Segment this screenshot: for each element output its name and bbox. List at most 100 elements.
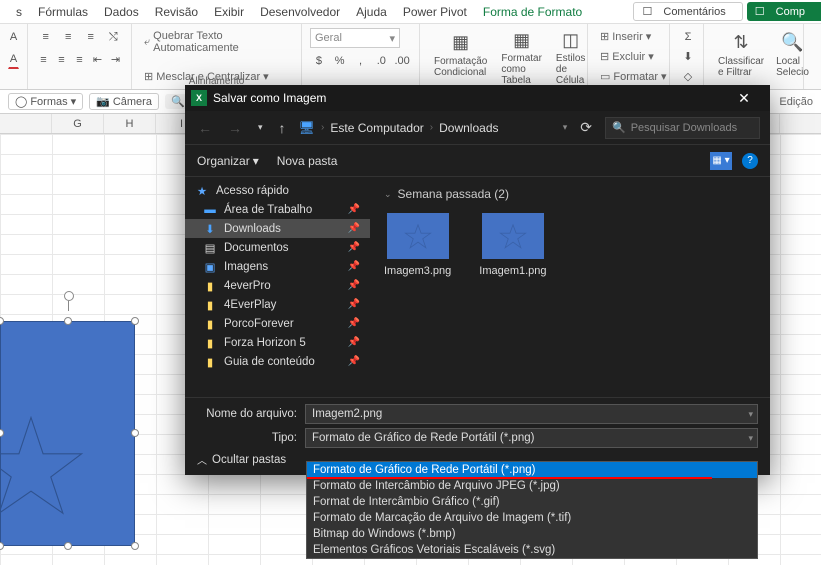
ribbon-group-label: Edição — [779, 96, 821, 108]
help-icon[interactable]: ? — [742, 153, 758, 169]
align-left-icon[interactable]: ≡ — [36, 51, 51, 69]
resize-handle[interactable] — [131, 317, 139, 325]
dec-inc-icon[interactable]: .0 — [372, 52, 390, 70]
star-icon — [0, 412, 86, 522]
shapes-button[interactable]: ◯ Formas ▾ — [8, 93, 83, 110]
pin-icon: 📌 — [348, 242, 360, 253]
resize-handle[interactable] — [131, 542, 139, 550]
folder-icon: ▮ — [203, 336, 217, 350]
filetype-option[interactable]: Format de Intercâmbio Gráfico (*.gif) — [307, 494, 757, 510]
filename-input[interactable]: Imagem2.png▾ — [305, 404, 758, 424]
shape-rectangle[interactable] — [0, 321, 135, 546]
fill-icon[interactable]: ⬇ — [678, 48, 698, 66]
menu-item[interactable]: Dados — [96, 5, 147, 19]
number-format-dropdown[interactable]: Geral▾ — [310, 28, 400, 48]
filetype-option[interactable]: Bitmap do Windows (*.bmp) — [307, 526, 757, 542]
excel-icon: X — [191, 90, 207, 106]
file-thumbnail[interactable]: Imagem3.png — [384, 213, 451, 277]
find-select-button[interactable]: 🔍Local Selecio — [770, 28, 815, 85]
filetype-option[interactable]: Formato de Gráfico de Rede Portátil (*.p… — [307, 462, 757, 478]
file-thumbnail[interactable]: Imagem1.png — [479, 213, 546, 277]
sidebar-item[interactable]: ▤Documentos📌 — [185, 238, 370, 257]
sidebar-item[interactable]: ▮Forza Horizon 5📌 — [185, 333, 370, 352]
delete-button[interactable]: ⊟ Excluir ▾ — [596, 48, 661, 65]
percent-icon[interactable]: % — [331, 52, 349, 70]
filetype-option[interactable]: Formato de Marcação de Arquivo de Imagem… — [307, 510, 757, 526]
align-bot-icon[interactable]: ≡ — [81, 28, 101, 46]
sidebar-item[interactable]: ★Acesso rápido — [185, 181, 370, 200]
wrap-text-button[interactable]: ⤶ Quebrar Texto Automaticamente — [140, 28, 293, 56]
resize-handle[interactable] — [64, 542, 72, 550]
menu-item[interactable]: Desenvolvedor — [252, 5, 348, 19]
autosum-icon[interactable]: Σ — [678, 28, 698, 46]
font-color-icon[interactable]: A — [8, 51, 19, 69]
nav-up-button[interactable]: ↑ — [276, 120, 289, 136]
cell-styles-button[interactable]: ◫Estilos de Célula — [550, 28, 591, 85]
table-format-button[interactable]: ▦Formatar como Tabela — [495, 28, 548, 85]
comma-icon[interactable]: , — [352, 52, 370, 70]
pin-icon: 📌 — [348, 356, 360, 367]
view-icon[interactable]: ▦ ▾ — [710, 152, 732, 170]
menu-item[interactable]: s — [8, 5, 30, 19]
orient-icon[interactable]: ⤭ — [104, 28, 124, 46]
menu-item[interactable]: Fórmulas — [30, 5, 96, 19]
pin-icon: 📌 — [348, 223, 360, 234]
currency-icon[interactable]: $ — [310, 52, 328, 70]
indent-dec-icon[interactable]: ⇤ — [90, 51, 105, 69]
dialog-search[interactable]: 🔍 Pesquisar Downloads — [605, 117, 760, 139]
sidebar-item[interactable]: ⬇Downloads📌 — [185, 219, 370, 238]
section-header[interactable]: ⌄ Semana passada (2) — [384, 187, 756, 201]
menu-item[interactable]: Revisão — [147, 5, 206, 19]
filetype-option[interactable]: Elementos Gráficos Vetoriais Escaláveis … — [307, 542, 757, 558]
pin-icon: 📌 — [348, 261, 360, 272]
align-mid-icon[interactable]: ≡ — [59, 28, 79, 46]
filetype-dropdown[interactable]: Formato de Gráfico de Rede Portátil (*.p… — [305, 428, 758, 448]
insert-button[interactable]: ⊞ Inserir ▾ — [596, 28, 661, 45]
clear-icon[interactable]: ◇ — [678, 67, 698, 85]
comments-button[interactable]: ☐ Comentários — [633, 2, 742, 21]
breadcrumb[interactable]: 🖥 › Este Computador › Downloads ▾ — [299, 120, 568, 136]
rotate-handle[interactable] — [64, 291, 74, 301]
selected-shape[interactable] — [0, 309, 148, 559]
dec-dec-icon[interactable]: .00 — [393, 52, 411, 70]
menu-item[interactable]: Power Pivot — [395, 5, 475, 19]
format-button[interactable]: ▭ Formatar ▾ — [596, 68, 661, 85]
resize-handle[interactable] — [64, 317, 72, 325]
resize-handle[interactable] — [131, 429, 139, 437]
resize-handle[interactable] — [0, 542, 4, 550]
nav-back-button[interactable]: ← — [195, 120, 215, 136]
nav-recent-button[interactable]: ▾ — [255, 122, 266, 133]
sort-filter-button[interactable]: ⇅Classificar e Filtrar — [712, 28, 770, 85]
menu-item-active[interactable]: Forma de Formato — [475, 5, 590, 19]
filetype-option[interactable]: Formato de Intercâmbio de Arquivo JPEG (… — [307, 478, 757, 494]
sidebar-item[interactable]: ▬Área de Trabalho📌 — [185, 200, 370, 219]
sidebar-item[interactable]: ▮Guia de conteúdo📌 — [185, 352, 370, 371]
refresh-button[interactable]: ⟳ — [577, 119, 595, 136]
sidebar-item[interactable]: ▮4everPro📌 — [185, 276, 370, 295]
new-folder-button[interactable]: Nova pasta — [277, 154, 338, 168]
organize-button[interactable]: Organizar ▾ — [197, 154, 259, 168]
menu-item[interactable]: Exibir — [206, 5, 252, 19]
align-center-icon[interactable]: ≡ — [54, 51, 69, 69]
chevron-down-icon: ⌄ — [384, 189, 392, 200]
align-top-icon[interactable]: ≡ — [36, 28, 56, 46]
pin-icon: 📌 — [348, 318, 360, 329]
camera-button[interactable]: 📷 Câmera — [89, 93, 159, 110]
align-right-icon[interactable]: ≡ — [72, 51, 87, 69]
sidebar-item[interactable]: ▮PorcoForever📌 — [185, 314, 370, 333]
menu-item[interactable]: Ajuda — [348, 5, 395, 19]
search-icon: 🔍 — [612, 121, 626, 134]
font-grow-icon[interactable]: A — [8, 28, 19, 46]
dialog-bottom: Nome do arquivo: Imagem2.png▾ Tipo: Form… — [185, 397, 770, 475]
sidebar-item[interactable]: ▣Imagens📌 — [185, 257, 370, 276]
nav-fwd-button[interactable]: → — [225, 120, 245, 136]
chevron-up-icon: ︿ — [197, 452, 207, 467]
close-button[interactable]: ✕ — [724, 90, 764, 107]
cond-format-button[interactable]: ▦Formatação Condicional — [428, 28, 493, 85]
sidebar-item[interactable]: ▮4EverPlay📌 — [185, 295, 370, 314]
folder-icon: ▮ — [203, 298, 217, 312]
share-button[interactable]: ☐ Comp — [747, 2, 821, 21]
pc-icon: 🖥 — [299, 120, 316, 136]
folder-icon: ▮ — [203, 279, 217, 293]
indent-inc-icon[interactable]: ⇥ — [108, 51, 123, 69]
